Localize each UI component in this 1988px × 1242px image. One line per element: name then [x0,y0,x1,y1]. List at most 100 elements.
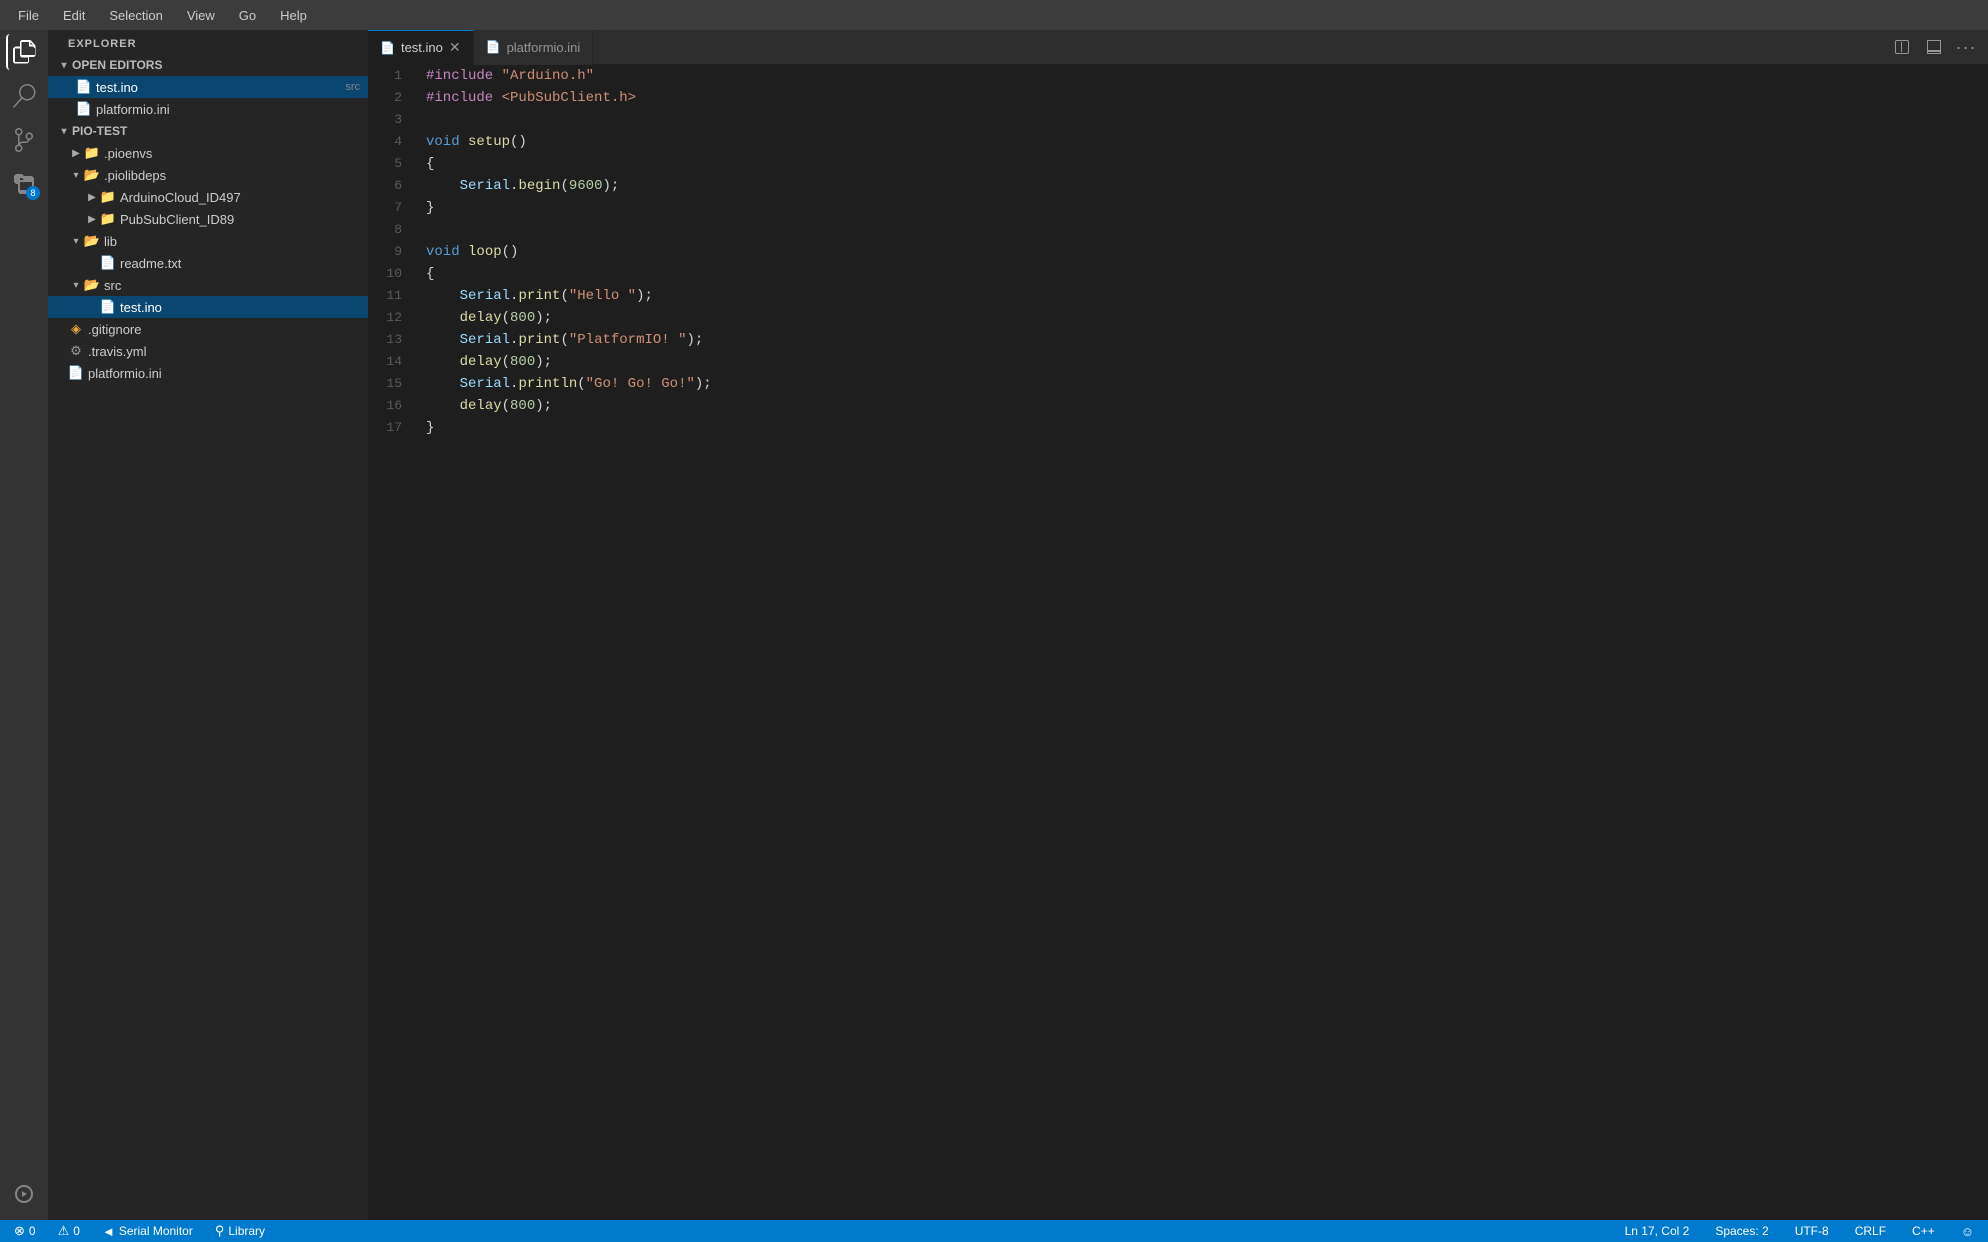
search-activity-icon[interactable] [6,78,42,114]
line-num-9: 9 [376,241,402,263]
travis-icon: ⚙ [68,343,84,359]
line-num-11: 11 [376,285,402,307]
open-editor-test-ino[interactable]: 📄 test.ino src [48,76,368,98]
line-num-2: 2 [376,87,402,109]
gitignore-label: .gitignore [88,322,360,337]
file-tree: ▾ OPEN EDITORS 📄 test.ino src 📄 platform… [48,54,368,1220]
status-notifications[interactable]: ☺ [1955,1220,1980,1242]
sidebar-item-travis[interactable]: ⚙ .travis.yml [48,340,368,362]
sidebar-item-pioenvs[interactable]: ▶ 📁 .pioenvs [48,142,368,164]
file-icon-2: 📄 [76,101,92,117]
travis-label: .travis.yml [88,344,360,359]
cursor-position-label: Ln 17, Col 2 [1625,1224,1690,1238]
tab-close-1[interactable]: ✕ [449,39,461,56]
encoding-label: UTF-8 [1795,1224,1829,1238]
tab-label-1: test.ino [401,40,443,55]
error-icon: ⊗ [14,1223,25,1239]
extensions-activity-icon[interactable]: 8 [6,166,42,202]
status-serial-monitor[interactable]: ◄ Serial Monitor [96,1220,199,1242]
code-line-8 [426,219,1974,241]
sidebar-item-src[interactable]: ▾ 📂 src [48,274,368,296]
sidebar-item-lib[interactable]: ▾ 📂 lib [48,230,368,252]
code-line-14: delay(800); [426,351,1974,373]
arduinocloud-label: ArduinoCloud_ID497 [120,190,360,205]
menu-help[interactable]: Help [270,6,317,25]
sidebar-item-gitignore[interactable]: ◈ .gitignore [48,318,368,340]
status-left: ⊗ 0 ⚠ 0 ◄ Serial Monitor ⚲ Library [8,1220,271,1242]
line-num-5: 5 [376,153,402,175]
line-num-13: 13 [376,329,402,351]
language-label: C++ [1912,1224,1935,1238]
line-num-1: 1 [376,65,402,87]
line-ending-label: CRLF [1855,1224,1886,1238]
warning-icon: ⚠ [58,1223,70,1239]
code-line-2: #include <PubSubClient.h> [426,87,1974,109]
platformio-label: platformio.ini [88,366,360,381]
testino-label: test.ino [120,300,360,315]
code-line-4: void setup() [426,131,1974,153]
menu-go[interactable]: Go [229,6,266,25]
tab-test-ino[interactable]: 📄 test.ino ✕ [368,30,474,65]
code-line-12: delay(800); [426,307,1974,329]
sidebar-item-pubsubclient[interactable]: ▶ 📁 PubSubClient_ID89 [48,208,368,230]
file-icon-platformio: 📄 [68,365,84,381]
menu-selection[interactable]: Selection [99,6,172,25]
code-editor[interactable]: 1 2 3 4 5 6 7 8 9 10 11 12 13 14 15 16 1… [368,65,1988,1220]
debug-activity-icon[interactable] [6,1176,42,1212]
code-line-11: Serial.print("Hello "); [426,285,1974,307]
src-label: src [104,278,360,293]
status-cursor-position[interactable]: Ln 17, Col 2 [1619,1220,1696,1242]
menu-file[interactable]: File [8,6,49,25]
source-control-activity-icon[interactable] [6,122,42,158]
status-warnings[interactable]: ⚠ 0 [52,1220,86,1242]
scrollbar-track[interactable] [1974,65,1988,1220]
toggle-panel-button[interactable] [1920,33,1948,61]
editor-area: 📄 test.ino ✕ 📄 platformio.ini [368,30,1988,1220]
sidebar-item-readme[interactable]: 📄 readme.txt [48,252,368,274]
tab-platformio-ini[interactable]: 📄 platformio.ini [474,30,594,65]
pio-test-header[interactable]: ▾ PIO-TEST [48,120,368,142]
pioenvs-label: .pioenvs [104,146,360,161]
src-arrow: ▾ [68,277,84,293]
open-editors-label: OPEN EDITORS [72,58,162,72]
file-icon-testino: 📄 [100,299,116,315]
code-line-7: } [426,197,1974,219]
line-num-14: 14 [376,351,402,373]
code-content[interactable]: #include "Arduino.h" #include <PubSubCli… [418,65,1974,1220]
pio-test-arrow: ▾ [56,123,72,139]
line-num-7: 7 [376,197,402,219]
piolibdeps-label: .piolibdeps [104,168,360,183]
status-line-ending[interactable]: CRLF [1849,1220,1892,1242]
library-label: Library [228,1224,265,1238]
sidebar-item-platformio-ini[interactable]: 📄 platformio.ini [48,362,368,384]
open-editors-header[interactable]: ▾ OPEN EDITORS [48,54,368,76]
status-language[interactable]: C++ [1906,1220,1941,1242]
folder-icon-pioenvs: 📁 [84,145,100,161]
warning-count: 0 [73,1224,80,1238]
extensions-badge: 8 [26,186,40,200]
menubar: File Edit Selection View Go Help [0,0,1988,30]
code-line-16: delay(800); [426,395,1974,417]
sidebar-item-arduinocloud[interactable]: ▶ 📁 ArduinoCloud_ID497 [48,186,368,208]
status-library[interactable]: ⚲ Library [209,1220,271,1242]
spaces-label: Spaces: 2 [1715,1224,1768,1238]
status-errors[interactable]: ⊗ 0 [8,1220,42,1242]
folder-icon-lib: 📂 [84,233,100,249]
menu-edit[interactable]: Edit [53,6,95,25]
open-editor-filename-1: test.ino [96,80,339,95]
smiley-icon: ☺ [1961,1224,1974,1239]
more-actions-button[interactable]: ··· [1952,33,1980,61]
folder-icon-arduinocloud: 📁 [100,189,116,205]
status-spaces[interactable]: Spaces: 2 [1709,1220,1774,1242]
split-editor-button[interactable] [1888,33,1916,61]
explorer-activity-icon[interactable] [6,34,42,70]
file-icon-readme: 📄 [100,255,116,271]
line-num-16: 16 [376,395,402,417]
line-num-6: 6 [376,175,402,197]
open-editor-platformio-ini[interactable]: 📄 platformio.ini [48,98,368,120]
sidebar-item-testino[interactable]: 📄 test.ino [48,296,368,318]
menu-view[interactable]: View [177,6,225,25]
sidebar-item-piolibdeps[interactable]: ▾ 📂 .piolibdeps [48,164,368,186]
status-encoding[interactable]: UTF-8 [1789,1220,1835,1242]
gitignore-icon: ◈ [68,321,84,337]
